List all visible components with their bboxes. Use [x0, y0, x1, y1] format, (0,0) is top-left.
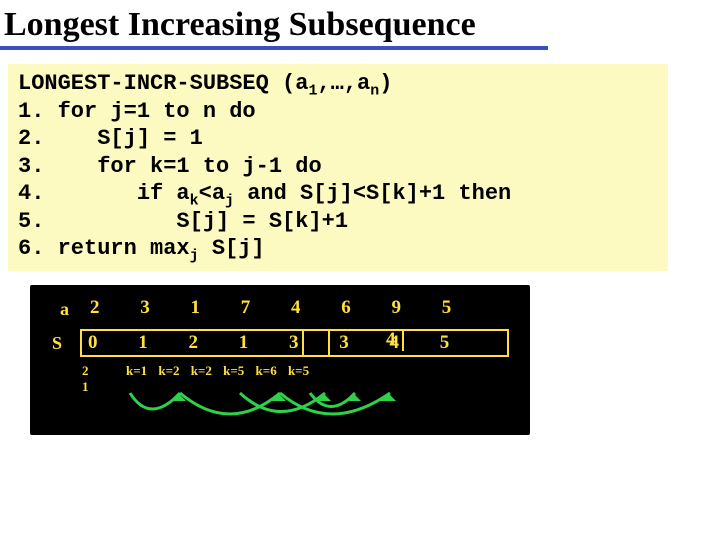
t: ,…,a: [317, 71, 370, 96]
blackboard: a 2 3 1 7 4 6 9 5 S 0 1 2 1 3 3 4 5 4 2 …: [30, 285, 530, 435]
t: and S[j]<S[k]+1 then: [234, 181, 511, 206]
t: ): [379, 71, 392, 96]
sub: j: [190, 248, 199, 264]
t: 6. return max: [18, 236, 190, 261]
code-line: 1. for j=1 to n do: [18, 98, 658, 126]
sub: k: [190, 193, 199, 209]
page-title: Longest Increasing Subsequence: [0, 0, 548, 50]
code-line: 2. S[j] = 1: [18, 125, 658, 153]
arrowhead: [345, 393, 361, 401]
arrow: [180, 393, 280, 414]
t: 4. if a: [18, 181, 190, 206]
code-head: LONGEST-INCR-SUBSEQ (a1,…,an): [18, 70, 658, 98]
arrow: [280, 393, 390, 414]
sub: j: [225, 193, 234, 209]
sub: n: [370, 83, 379, 99]
t: <a: [199, 181, 225, 206]
code-line: 3. for k=1 to j-1 do: [18, 153, 658, 181]
t: LONGEST-INCR-SUBSEQ (a: [18, 71, 308, 96]
code-line: 6. return maxj S[j]: [18, 235, 658, 263]
arrows-svg: [30, 285, 530, 435]
code-line: 5. S[j] = S[k]+1: [18, 208, 658, 236]
code-line: 4. if ak<aj and S[j]<S[k]+1 then: [18, 180, 658, 208]
t: S[j]: [199, 236, 265, 261]
pseudocode-box: LONGEST-INCR-SUBSEQ (a1,…,an) 1. for j=1…: [8, 64, 668, 271]
